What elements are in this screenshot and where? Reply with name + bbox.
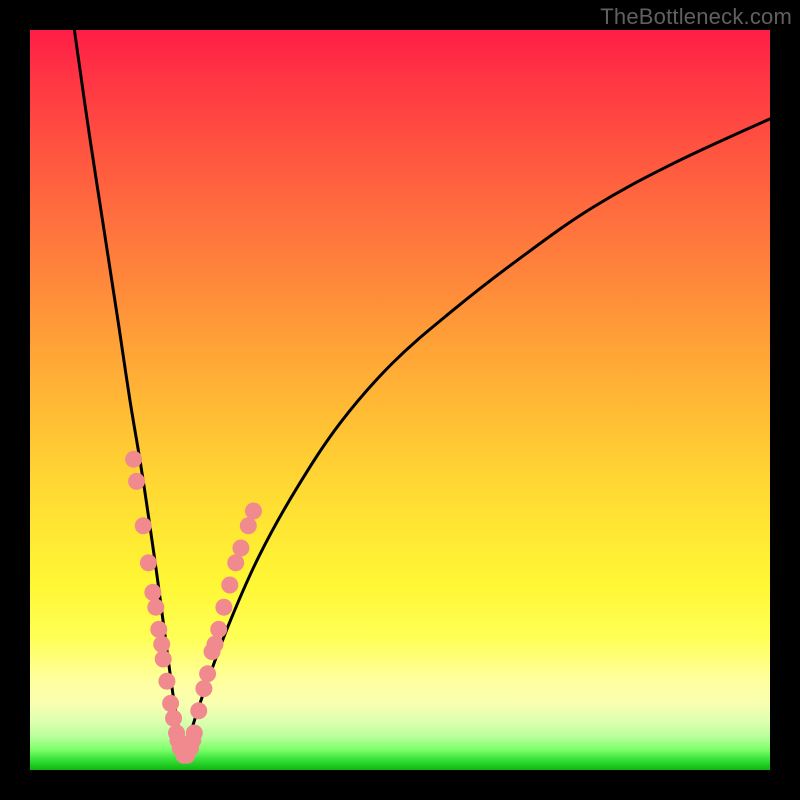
data-marker [195, 680, 212, 697]
data-marker [128, 473, 145, 490]
data-marker [207, 636, 224, 653]
data-marker [140, 554, 157, 571]
data-marker [227, 554, 244, 571]
data-marker [210, 621, 227, 638]
data-marker [162, 695, 179, 712]
plot-area [30, 30, 770, 770]
data-marker [240, 517, 257, 534]
data-marker [165, 710, 182, 727]
chart-frame: TheBottleneck.com [0, 0, 800, 800]
data-marker [245, 503, 262, 520]
data-marker [155, 651, 172, 668]
curve-segment [184, 119, 770, 755]
chart-svg [30, 30, 770, 770]
data-marker [199, 665, 216, 682]
data-marker [125, 451, 142, 468]
data-marker [144, 584, 161, 601]
data-marker [215, 599, 232, 616]
bottleneck-curve [74, 30, 770, 755]
data-marker [221, 577, 238, 594]
data-marker [186, 725, 203, 742]
data-marker [158, 673, 175, 690]
data-marker [190, 702, 207, 719]
data-marker [150, 621, 167, 638]
data-marker [147, 599, 164, 616]
watermark-text: TheBottleneck.com [600, 4, 792, 30]
data-marker [232, 540, 249, 557]
data-marker [135, 517, 152, 534]
data-marker [153, 636, 170, 653]
